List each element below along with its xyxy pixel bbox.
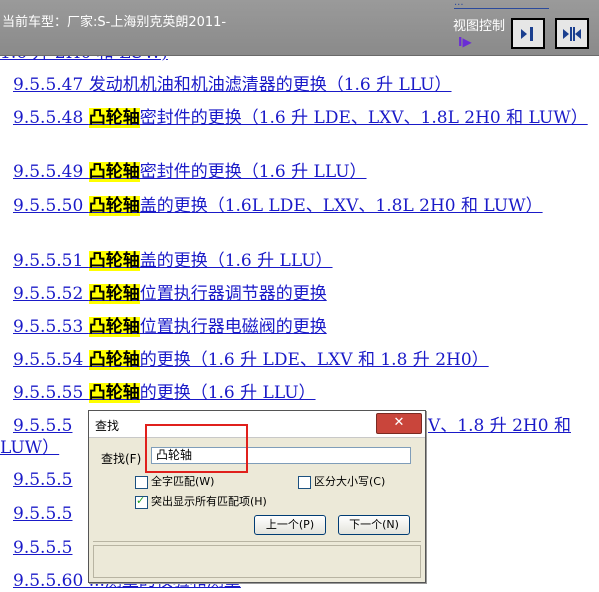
highlight-match: 凸轮轴	[88, 251, 140, 271]
list-item-9-5-5-48[interactable]: 9.5.5.48 凸轮轴密封件的更换（1.6 升 LDE、LXV、1.8L 2H…	[0, 107, 595, 129]
match-whole-word-checkbox[interactable]: 全字匹配(W)	[135, 473, 214, 489]
close-button[interactable]: ✕	[376, 413, 422, 434]
list-item-9-5-5-51[interactable]: 9.5.5.51 凸轮轴盖的更换（1.6 升 LLU）	[13, 250, 333, 272]
match-case-checkbox[interactable]: 区分大小写(C)	[298, 473, 385, 489]
dialog-title: 查找	[95, 419, 120, 433]
highlight-match: 凸轮轴	[88, 108, 140, 128]
expand-right-button[interactable]	[511, 18, 545, 49]
list-item-9-5-5-50[interactable]: 9.5.5.50 凸轮轴盖的更换（1.6L LDE、LXV、1.8L 2H0 和…	[0, 195, 595, 217]
list-item-9-5-5-47[interactable]: 9.5.5.47 发动机机油和机油滤清器的更换（1.6 升 LLU）	[13, 74, 452, 96]
list-item-9-5-5-56-wrap[interactable]: LUW）	[0, 437, 59, 459]
split-arrows-icon	[563, 27, 581, 41]
find-previous-button[interactable]: 上一个(P)	[254, 515, 326, 535]
dialog-title-bar[interactable]: 查找 ✕	[89, 411, 425, 438]
highlight-match: 凸轮轴	[88, 317, 140, 337]
split-view-button[interactable]	[555, 18, 589, 49]
list-item-9-5-5-52[interactable]: 9.5.5.52 凸轮轴位置执行器调节器的更换	[13, 283, 327, 305]
find-label: 查找(F)	[101, 452, 142, 466]
list-item-9-5-5-55[interactable]: 9.5.5.55 凸轮轴的更换（1.6 升 LLU）	[13, 382, 316, 404]
find-next-button[interactable]: 下一个(N)	[338, 515, 410, 535]
view-control-label: 视图控制	[453, 19, 506, 34]
list-item-9-5-5-54[interactable]: 9.5.5.54 凸轮轴的更换（1.6 升 LDE、LXV 和 1.8 升 2H…	[13, 349, 489, 371]
list-item-9-5-5-57[interactable]: 9.5.5.5	[13, 469, 72, 491]
divider	[93, 541, 421, 542]
list-item-9-5-5-56[interactable]: 9.5.5.5	[13, 415, 72, 437]
highlight-match: 凸轮轴	[88, 162, 140, 182]
highlight-match: 凸轮轴	[88, 383, 140, 403]
top-toolbar: ... 当前车型：厂家:S-上海别克英朗2011- 视图控制 I▶	[0, 0, 599, 56]
top-link[interactable]: ...	[454, 0, 549, 9]
list-item-9-5-5-59[interactable]: 9.5.5.5	[13, 537, 72, 559]
highlight-match: 凸轮轴	[88, 350, 140, 370]
list-item-9-5-5-56-tail[interactable]: V、1.8 升 2H0 和	[428, 415, 571, 437]
current-car-model: 当前车型：厂家:S-上海别克英朗2011-	[2, 15, 227, 30]
checkbox-box	[135, 475, 148, 489]
highlight-all-checkbox[interactable]: 突出显示所有匹配项(H)	[135, 493, 267, 509]
list-item-9-5-5-58[interactable]: 9.5.5.5	[13, 503, 72, 525]
list-item-9-5-5-49[interactable]: 9.5.5.49 凸轮轴密封件的更换（1.6 升 LLU）	[13, 161, 367, 183]
dialog-status-area	[93, 545, 421, 578]
checkbox-box-checked	[135, 494, 148, 509]
find-input[interactable]: 凸轮轴	[151, 447, 411, 464]
play-indicator-icon: I▶	[458, 35, 472, 49]
find-dialog: 查找 ✕ 查找(F) 凸轮轴 全字匹配(W) 区分大小写(C) 突出显示所有匹配…	[88, 410, 426, 583]
highlight-match: 凸轮轴	[88, 196, 140, 216]
highlight-match: 凸轮轴	[88, 284, 140, 304]
arrow-to-right-icon	[521, 27, 533, 41]
list-item-9-5-5-53[interactable]: 9.5.5.53 凸轮轴位置执行器电磁阀的更换	[13, 316, 327, 338]
checkbox-box	[298, 475, 311, 489]
